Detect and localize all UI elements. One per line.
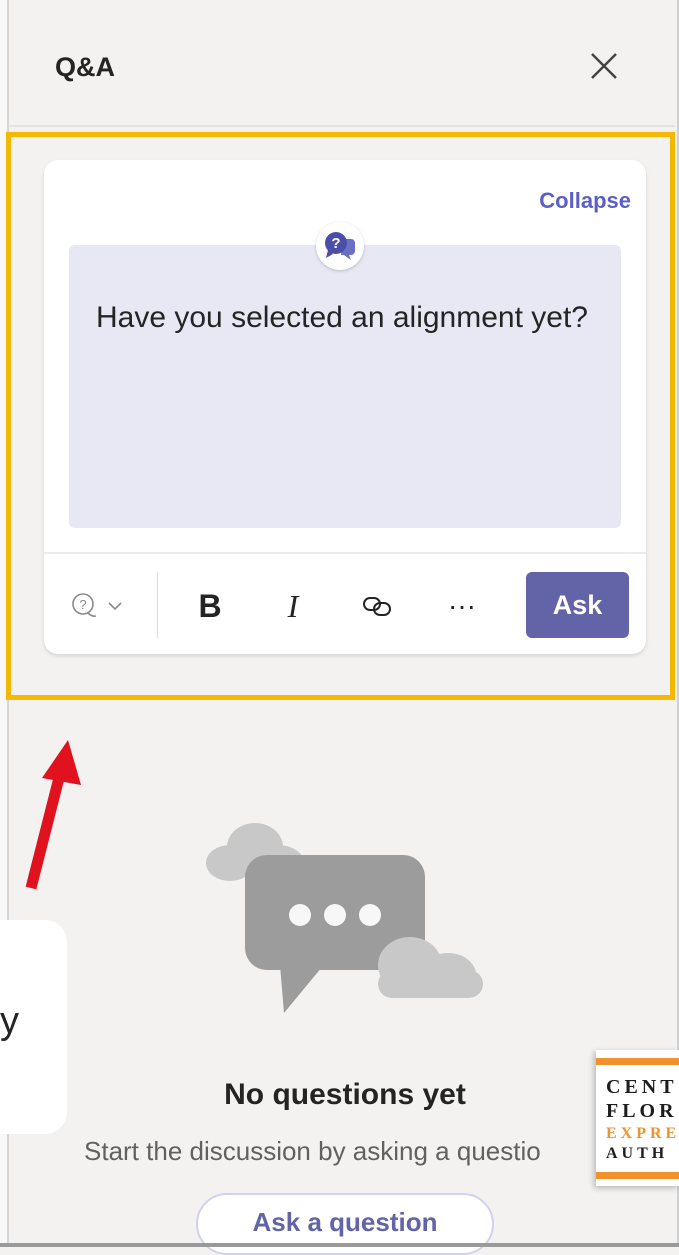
empty-state-title: No questions yet <box>224 1078 466 1111</box>
logo-line-3: EXPRE <box>606 1125 679 1142</box>
chat-bubble-clouds-illustration <box>206 823 483 1013</box>
logo-bar-top <box>596 1058 679 1065</box>
empty-state-subtitle: Start the discussion by asking a questio <box>84 1136 541 1166</box>
logo-line-1: CENT <box>606 1076 678 1098</box>
red-arrow-icon <box>25 740 81 890</box>
logo-line-4: AUTH <box>606 1145 669 1162</box>
organization-logo: CENT FLOR EXPRE AUTH <box>596 1050 679 1186</box>
logo-line-2: FLOR <box>606 1100 678 1122</box>
logo-bar-bottom <box>596 1172 679 1179</box>
bottom-edge <box>0 1243 679 1247</box>
tooltip-text-fragment: y <box>0 1000 19 1042</box>
